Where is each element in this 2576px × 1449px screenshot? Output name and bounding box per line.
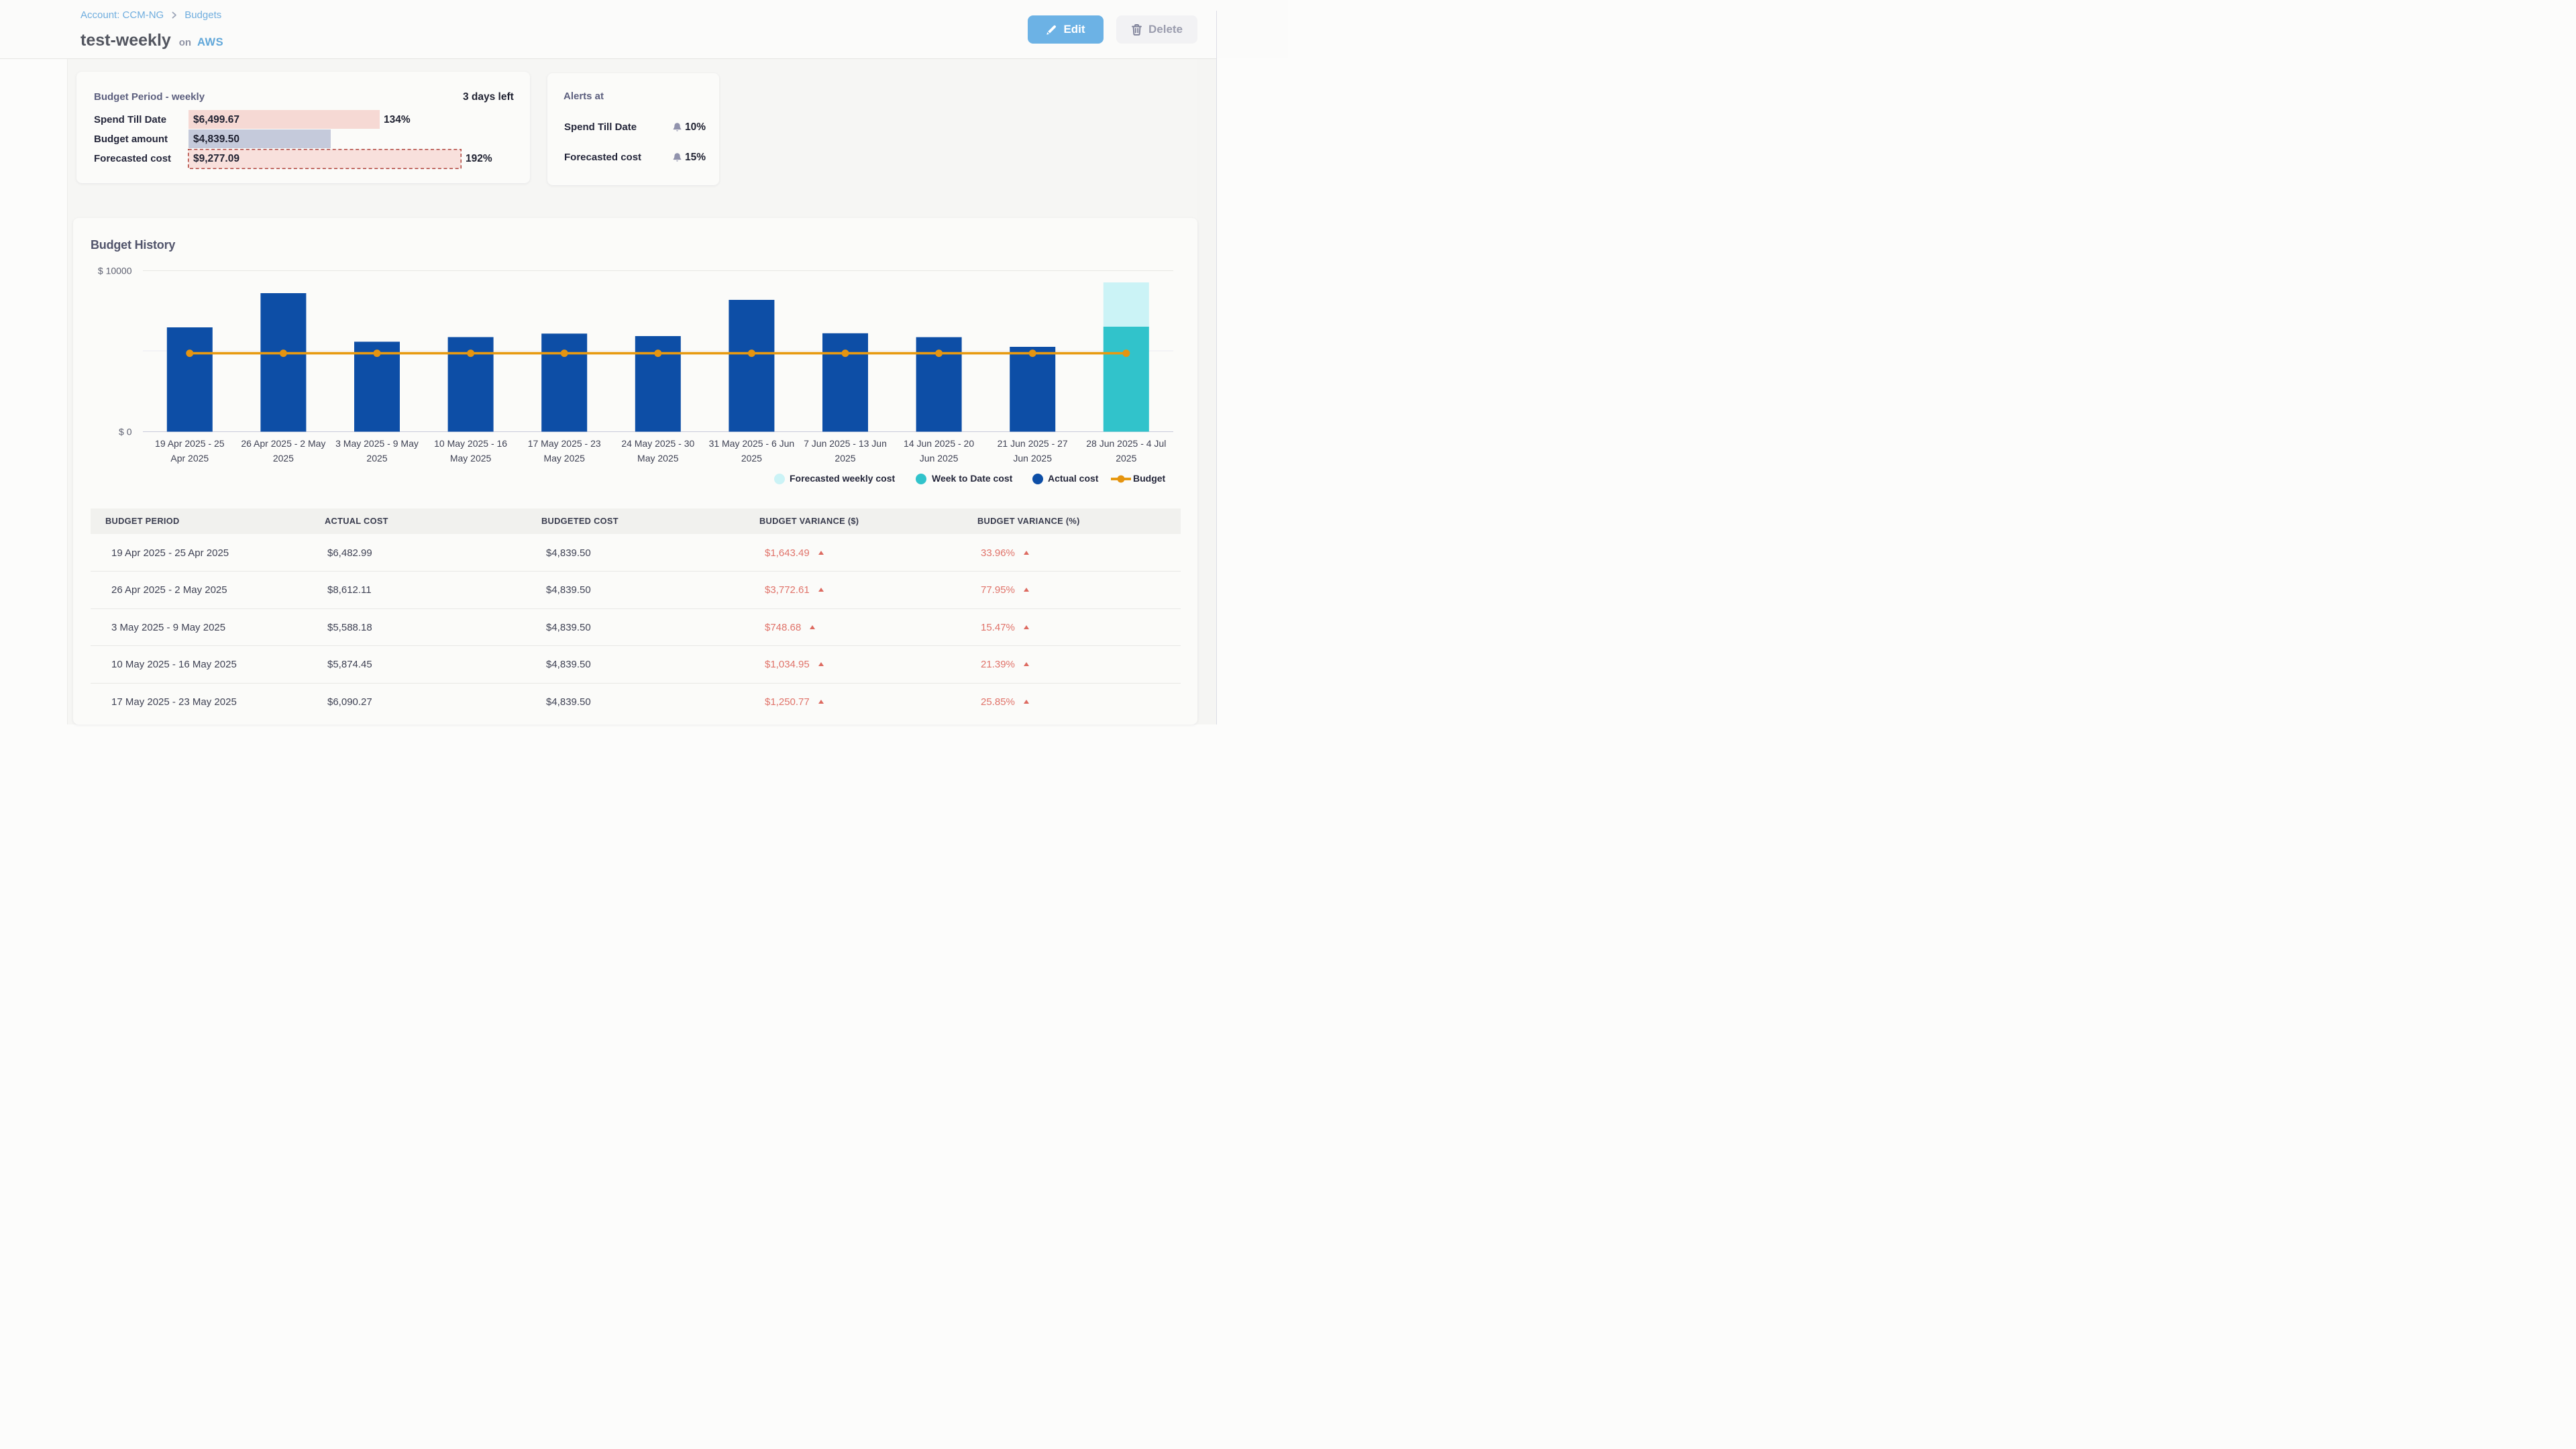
svg-text:17 May 2025 - 23: 17 May 2025 - 23 <box>528 438 601 449</box>
svg-text:Apr 2025: Apr 2025 <box>170 453 209 464</box>
svg-text:2025: 2025 <box>1116 453 1136 464</box>
svg-text:7 Jun 2025 - 13 Jun: 7 Jun 2025 - 13 Jun <box>804 438 887 449</box>
svg-text:2025: 2025 <box>741 453 762 464</box>
svg-text:May 2025: May 2025 <box>450 453 492 464</box>
svg-text:2025: 2025 <box>835 453 855 464</box>
svg-text:21 Jun 2025 - 27: 21 Jun 2025 - 27 <box>998 438 1068 449</box>
svg-text:Jun 2025: Jun 2025 <box>1013 453 1052 464</box>
svg-text:$ 10000: $ 10000 <box>98 266 132 276</box>
svg-text:$ 0: $ 0 <box>119 427 132 437</box>
svg-text:10 May 2025 - 16: 10 May 2025 - 16 <box>434 438 507 449</box>
svg-text:24 May 2025 - 30: 24 May 2025 - 30 <box>621 438 694 449</box>
svg-text:3 May 2025 - 9 May: 3 May 2025 - 9 May <box>335 438 419 449</box>
svg-text:Jun 2025: Jun 2025 <box>920 453 959 464</box>
svg-text:26 Apr 2025 - 2 May: 26 Apr 2025 - 2 May <box>241 438 325 449</box>
svg-text:28 Jun 2025 - 4 Jul: 28 Jun 2025 - 4 Jul <box>1086 438 1166 449</box>
svg-text:2025: 2025 <box>366 453 387 464</box>
svg-text:14 Jun 2025 - 20: 14 Jun 2025 - 20 <box>904 438 974 449</box>
svg-text:May 2025: May 2025 <box>637 453 679 464</box>
svg-text:19 Apr 2025 - 25: 19 Apr 2025 - 25 <box>155 438 225 449</box>
svg-text:2025: 2025 <box>273 453 294 464</box>
svg-text:May 2025: May 2025 <box>543 453 585 464</box>
svg-text:31 May 2025 - 6 Jun: 31 May 2025 - 6 Jun <box>709 438 795 449</box>
